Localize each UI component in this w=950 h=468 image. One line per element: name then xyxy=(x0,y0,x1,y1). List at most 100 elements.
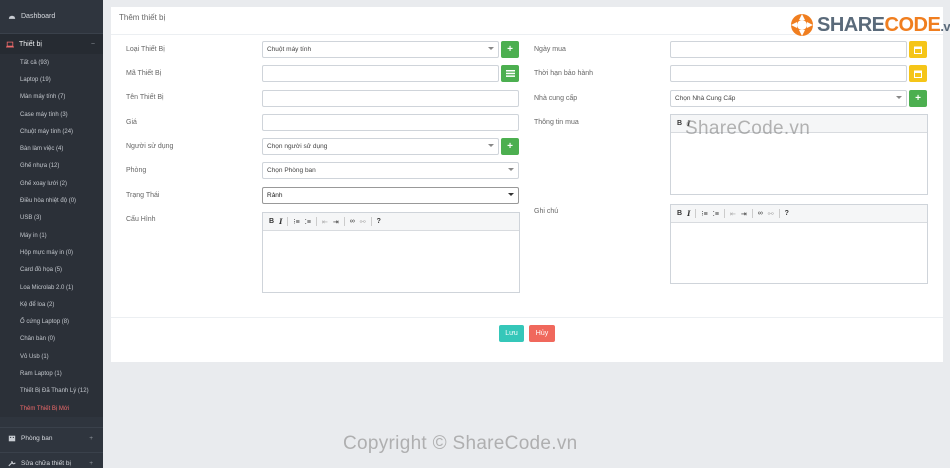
sidebar-item-loa[interactable]: Loa Microlab 2.0 (1) xyxy=(0,279,103,296)
nguoi-select-value: Chọn người sử dụng xyxy=(267,143,328,150)
sidebar-item-ghe-nhua[interactable]: Ghế nhựa (12) xyxy=(0,158,103,175)
indent-icon[interactable]: ⇥ xyxy=(741,210,747,218)
unlink-icon[interactable]: ⚯ xyxy=(360,218,366,226)
gia-input[interactable] xyxy=(262,114,519,131)
ma-label: Mã Thiết Bị xyxy=(126,70,162,77)
indent-icon[interactable]: ⇥ xyxy=(333,218,339,226)
bullet-list-icon[interactable]: ⁚≡ xyxy=(713,210,719,218)
sidebar-item-tat-ca[interactable]: Tất cả (93) xyxy=(0,54,103,71)
divider xyxy=(778,209,780,218)
gia-label: Giá xyxy=(126,119,137,126)
outdent-icon[interactable]: ⇤ xyxy=(322,218,328,226)
editor-toolbar: B I ⁝≡ ⁚≡ ⇤ ⇥ ∞ ⚯ ? xyxy=(263,213,519,231)
minus-icon: − xyxy=(90,40,95,48)
sidebar-item-chuot-may-tinh[interactable]: Chuột máy tính (24) xyxy=(0,123,103,140)
sidebar-item-dieu-hoa[interactable]: Điều hòa nhiệt độ (0) xyxy=(0,192,103,209)
trangthai-select[interactable]: Rảnh xyxy=(262,187,519,204)
link-icon[interactable]: ∞ xyxy=(350,218,355,225)
wrench-icon xyxy=(8,460,16,467)
numbered-list-icon[interactable]: ⁝≡ xyxy=(701,210,707,218)
sidebar-item-usb[interactable]: USB (3) xyxy=(0,210,103,227)
bold-button[interactable]: B xyxy=(677,210,682,217)
sharecode-logo-text: SHARECODE.vn xyxy=(817,13,950,36)
building-icon xyxy=(8,435,16,442)
sharecode-logo: SHARECODE.vn xyxy=(790,13,950,37)
unlink-icon[interactable]: ⚯ xyxy=(768,210,774,218)
sidebar-submenu: Tất cả (93) Laptop (19) Màn máy tính (7)… xyxy=(0,54,103,418)
caret-down-icon xyxy=(508,168,514,171)
ncc-select-value: Chọn Nhà Cung Cấp xyxy=(675,95,736,102)
ncc-label: Nhà cung cấp xyxy=(534,95,578,102)
bold-button[interactable]: B xyxy=(677,120,682,127)
sidebar-item-phong-ban[interactable]: Phòng ban + xyxy=(0,427,103,449)
ngaymua-input[interactable] xyxy=(670,41,907,58)
sidebar-section-thiet-bi[interactable]: Thiết bị − xyxy=(0,34,103,54)
sidebar-item-o-cung[interactable]: Ổ cứng Laptop (8) xyxy=(0,313,103,330)
phong-select-value: Chọn Phòng ban xyxy=(267,167,316,174)
loai-label: Loại Thiết Bị xyxy=(126,46,165,53)
save-button[interactable]: Lưu xyxy=(499,325,524,342)
ncc-select[interactable]: Chọn Nhà Cung Cấp xyxy=(670,90,907,107)
sidebar-item-label: Sửa chữa thiết bị xyxy=(21,460,71,467)
divider xyxy=(695,209,697,218)
link-icon[interactable]: ∞ xyxy=(758,210,763,217)
baohanh-input[interactable] xyxy=(670,65,907,82)
divider xyxy=(370,217,372,226)
sidebar-item-ban-lam-viec[interactable]: Bàn làm việc (4) xyxy=(0,140,103,157)
calendar-icon xyxy=(914,46,922,54)
cancel-button[interactable]: Hủy xyxy=(529,325,555,342)
sidebar-item-card-do-hoa[interactable]: Card đồ họa (5) xyxy=(0,262,103,279)
sidebar-item-case-may-tinh[interactable]: Case máy tính (3) xyxy=(0,106,103,123)
numbered-list-icon[interactable]: ⁝≡ xyxy=(293,218,299,226)
phong-label: Phòng xyxy=(126,167,147,174)
italic-button[interactable]: I xyxy=(279,217,282,226)
calendar-icon xyxy=(914,70,922,78)
sidebar-item-them-moi[interactable]: Thêm Thiết Bị Mới xyxy=(0,400,103,417)
help-button[interactable]: ? xyxy=(785,210,789,217)
baohanh-label: Thời hạn bảo hành xyxy=(534,70,594,77)
italic-button[interactable]: I xyxy=(687,209,690,218)
nguoi-select[interactable]: Chọn người sử dụng xyxy=(262,138,499,155)
caret-down-icon xyxy=(488,144,494,147)
sidebar-item-ke-de-loa[interactable]: Kệ để loa (2) xyxy=(0,296,103,313)
loai-select[interactable]: Chuột máy tính xyxy=(262,41,499,58)
editor-toolbar: B I ⁝≡ ⁚≡ ⇤ ⇥ ∞ ⚯ ? xyxy=(671,205,927,223)
sidebar-item-hop-muc[interactable]: Hộp mực máy in (0) xyxy=(0,244,103,261)
bold-button[interactable]: B xyxy=(269,218,274,225)
watermark-copyright: Copyright © ShareCode.vn xyxy=(343,433,578,454)
add-loai-button[interactable]: + xyxy=(501,41,519,58)
thongtin-label: Thông tin mua xyxy=(534,119,579,126)
sidebar-item-sua-chua[interactable]: Sửa chữa thiết bị + xyxy=(0,452,103,468)
outdent-icon[interactable]: ⇤ xyxy=(730,210,736,218)
chevron-down-icon xyxy=(508,193,514,196)
sidebar-item-ram-laptop[interactable]: Ram Laptop (1) xyxy=(0,365,103,382)
plus-icon: + xyxy=(915,93,921,104)
add-ncc-button[interactable]: + xyxy=(909,90,927,107)
help-button[interactable]: ? xyxy=(377,218,381,225)
sidebar-item-laptop[interactable]: Laptop (19) xyxy=(0,71,103,88)
phong-select[interactable]: Chọn Phòng ban xyxy=(262,162,519,179)
bullet-list-icon[interactable]: ⁚≡ xyxy=(305,218,311,226)
plus-icon: + xyxy=(507,44,513,55)
ngaymua-calendar-button[interactable] xyxy=(909,41,927,58)
sidebar-item-dashboard[interactable]: Dashboard xyxy=(0,0,103,34)
sidebar-item-thanh-ly[interactable]: Thiết Bị Đã Thanh Lý (12) xyxy=(0,383,103,400)
divider xyxy=(287,217,289,226)
ten-input[interactable] xyxy=(262,90,519,107)
sidebar-item-vo-usb[interactable]: Vỏ Usb (1) xyxy=(0,348,103,365)
barcode-button[interactable] xyxy=(501,65,519,82)
baohanh-calendar-button[interactable] xyxy=(909,65,927,82)
divider xyxy=(315,217,317,226)
sidebar-item-may-in[interactable]: Máy in (1) xyxy=(0,227,103,244)
cauhinh-editor[interactable]: B I ⁝≡ ⁚≡ ⇤ ⇥ ∞ ⚯ ? xyxy=(262,212,520,293)
sidebar-item-chan-ban[interactable]: Chân bàn (0) xyxy=(0,331,103,348)
plus-icon: + xyxy=(89,435,93,442)
ten-label: Tên Thiết Bị xyxy=(126,94,164,101)
ghichu-editor[interactable]: B I ⁝≡ ⁚≡ ⇤ ⇥ ∞ ⚯ ? xyxy=(670,204,928,284)
sidebar-item-man-may-tinh[interactable]: Màn máy tính (7) xyxy=(0,89,103,106)
ma-input[interactable] xyxy=(262,65,499,82)
form-panel: Thêm thiết bị Loại Thiết Bị Chuột máy tí… xyxy=(111,7,943,362)
add-nguoi-button[interactable]: + xyxy=(501,138,519,155)
page-title: Thêm thiết bị xyxy=(119,13,166,22)
sidebar-item-ghe-xoay-luoi[interactable]: Ghế xoay lưới (2) xyxy=(0,175,103,192)
